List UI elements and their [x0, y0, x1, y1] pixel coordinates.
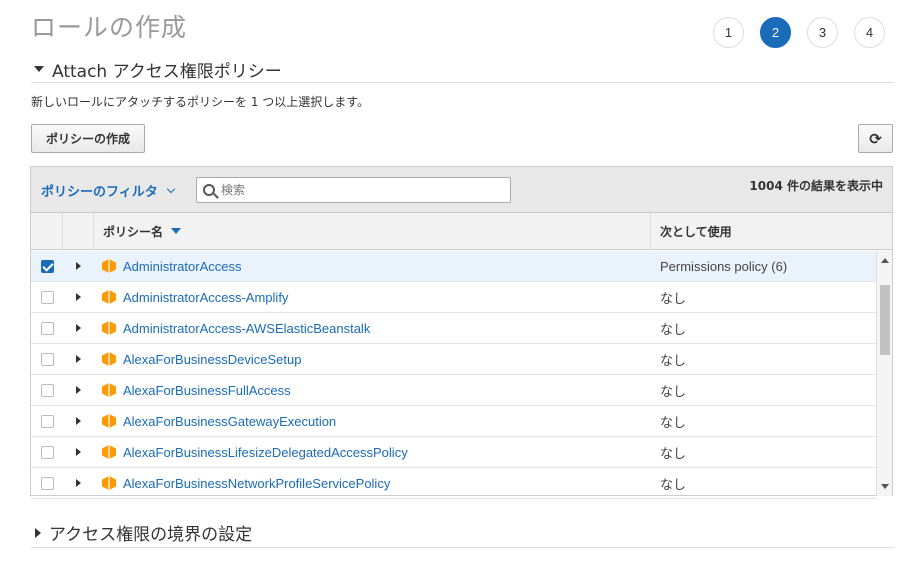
policy-name-link[interactable]: AlexaForBusinessLifesizeDelegatedAccessP…: [123, 445, 408, 460]
search-input[interactable]: [221, 183, 501, 197]
expand-row-icon[interactable]: [76, 324, 81, 332]
attach-policies-section-toggle[interactable]: Attach アクセス権限ポリシー: [31, 56, 894, 83]
permissions-boundary-section-toggle[interactable]: アクセス権限の境界の設定: [31, 518, 894, 548]
expand-row-icon[interactable]: [76, 293, 81, 301]
expand-row-icon[interactable]: [76, 479, 81, 487]
policy-cube-icon: [102, 259, 116, 273]
column-header-policy-name[interactable]: ポリシー名: [94, 213, 651, 249]
table-row[interactable]: AdministratorAccess Permissions policy (…: [31, 251, 877, 282]
policy-cube-icon: [102, 383, 116, 397]
scrollbar-thumb[interactable]: [880, 285, 890, 355]
expand-row-icon[interactable]: [76, 355, 81, 363]
policy-usage: Permissions policy (6): [660, 258, 788, 274]
table-row[interactable]: AlexaForBusinessGatewayExecution なし: [31, 406, 877, 437]
wizard-steps: 1 2 3 4: [713, 17, 885, 48]
row-checkbox[interactable]: [40, 414, 54, 428]
policy-cube-icon: [102, 290, 116, 304]
policy-name-link[interactable]: AdministratorAccess-Amplify: [123, 290, 288, 305]
refresh-icon: ⟳: [869, 129, 882, 148]
policy-usage: なし: [660, 383, 687, 399]
caret-right-icon: [35, 527, 41, 538]
result-count: 1004 件の結果を表示中: [749, 179, 883, 193]
permissions-boundary-heading: アクセス権限の境界の設定: [49, 525, 253, 545]
policy-usage: なし: [660, 445, 687, 461]
row-checkbox[interactable]: [40, 445, 54, 459]
filter-bar: ポリシーのフィルタ 1004 件の結果を表示中: [31, 167, 892, 213]
column-header-policy-name-label: ポリシー名: [103, 224, 164, 239]
policy-usage: なし: [660, 414, 687, 430]
scroll-up-icon[interactable]: [881, 258, 889, 263]
policy-name-link[interactable]: AlexaForBusinessFullAccess: [123, 383, 291, 398]
step-2[interactable]: 2: [760, 17, 791, 48]
policy-name-link[interactable]: AdministratorAccess-AWSElasticBeanstalk: [123, 321, 370, 336]
row-checkbox[interactable]: [40, 476, 54, 490]
policy-usage: なし: [660, 290, 687, 306]
expand-row-icon[interactable]: [76, 448, 81, 456]
table-row[interactable]: AdministratorAccess-AWSElasticBeanstalk …: [31, 313, 877, 344]
table-row[interactable]: AlexaForBusinessLifesizeDelegatedAccessP…: [31, 437, 877, 468]
chevron-down-icon: [166, 184, 175, 194]
policy-cube-icon: [102, 476, 116, 490]
row-checkbox[interactable]: [40, 290, 54, 304]
row-checkbox[interactable]: [40, 352, 54, 366]
policy-usage: なし: [660, 352, 687, 368]
policy-cube-icon: [102, 321, 116, 335]
policy-cube-icon: [102, 414, 116, 428]
caret-down-icon: [34, 66, 44, 72]
column-header-used-as-label: 次として使用: [660, 224, 732, 239]
policy-filter-dropdown[interactable]: ポリシーのフィルタ: [41, 181, 175, 200]
policy-table: ポリシーのフィルタ 1004 件の結果を表示中 ポリシー名 次として使用 Adm…: [30, 166, 893, 499]
table-scrollbar[interactable]: [876, 251, 892, 496]
table-row[interactable]: AlexaForBusinessDeviceSetup なし: [31, 344, 877, 375]
sort-descending-icon: [171, 228, 182, 234]
refresh-button[interactable]: ⟳: [858, 124, 893, 153]
step-3[interactable]: 3: [807, 17, 838, 48]
header-checkbox-column: [31, 213, 63, 249]
scroll-down-icon[interactable]: [881, 484, 889, 489]
policy-usage: なし: [660, 321, 687, 337]
expand-row-icon[interactable]: [76, 386, 81, 394]
attach-policies-heading: Attach アクセス権限ポリシー: [52, 61, 282, 82]
step-1[interactable]: 1: [713, 17, 744, 48]
table-row[interactable]: AlexaForBusinessNetworkProfileServicePol…: [31, 468, 877, 499]
expand-row-icon[interactable]: [76, 417, 81, 425]
step-4[interactable]: 4: [854, 17, 885, 48]
page-title: ロールの作成: [31, 13, 188, 42]
table-row[interactable]: AdministratorAccess-Amplify なし: [31, 282, 877, 313]
policy-name-link[interactable]: AlexaForBusinessGatewayExecution: [123, 414, 336, 429]
policy-cube-icon: [102, 445, 116, 459]
row-checkbox[interactable]: [40, 383, 54, 397]
policy-name-link[interactable]: AdministratorAccess: [123, 259, 241, 274]
search-box[interactable]: [196, 177, 511, 203]
search-icon: [203, 184, 215, 196]
table-header: ポリシー名 次として使用: [31, 213, 892, 250]
row-checkbox[interactable]: [40, 321, 54, 335]
policy-name-link[interactable]: AlexaForBusinessDeviceSetup: [123, 352, 301, 367]
table-body: AdministratorAccess Permissions policy (…: [31, 251, 877, 499]
create-policy-button[interactable]: ポリシーの作成: [31, 124, 145, 153]
table-row[interactable]: AlexaForBusinessFullAccess なし: [31, 375, 877, 406]
policy-filter-label: ポリシーのフィルタ: [41, 185, 158, 200]
policy-cube-icon: [102, 352, 116, 366]
column-header-used-as: 次として使用: [651, 213, 892, 249]
row-checkbox[interactable]: [40, 259, 54, 273]
policy-usage: なし: [660, 476, 687, 492]
header-expand-column: [63, 213, 94, 249]
expand-row-icon[interactable]: [76, 262, 81, 270]
section-description: 新しいロールにアタッチするポリシーを 1 つ以上選択します。: [31, 95, 370, 109]
policy-name-link[interactable]: AlexaForBusinessNetworkProfileServicePol…: [123, 476, 390, 491]
